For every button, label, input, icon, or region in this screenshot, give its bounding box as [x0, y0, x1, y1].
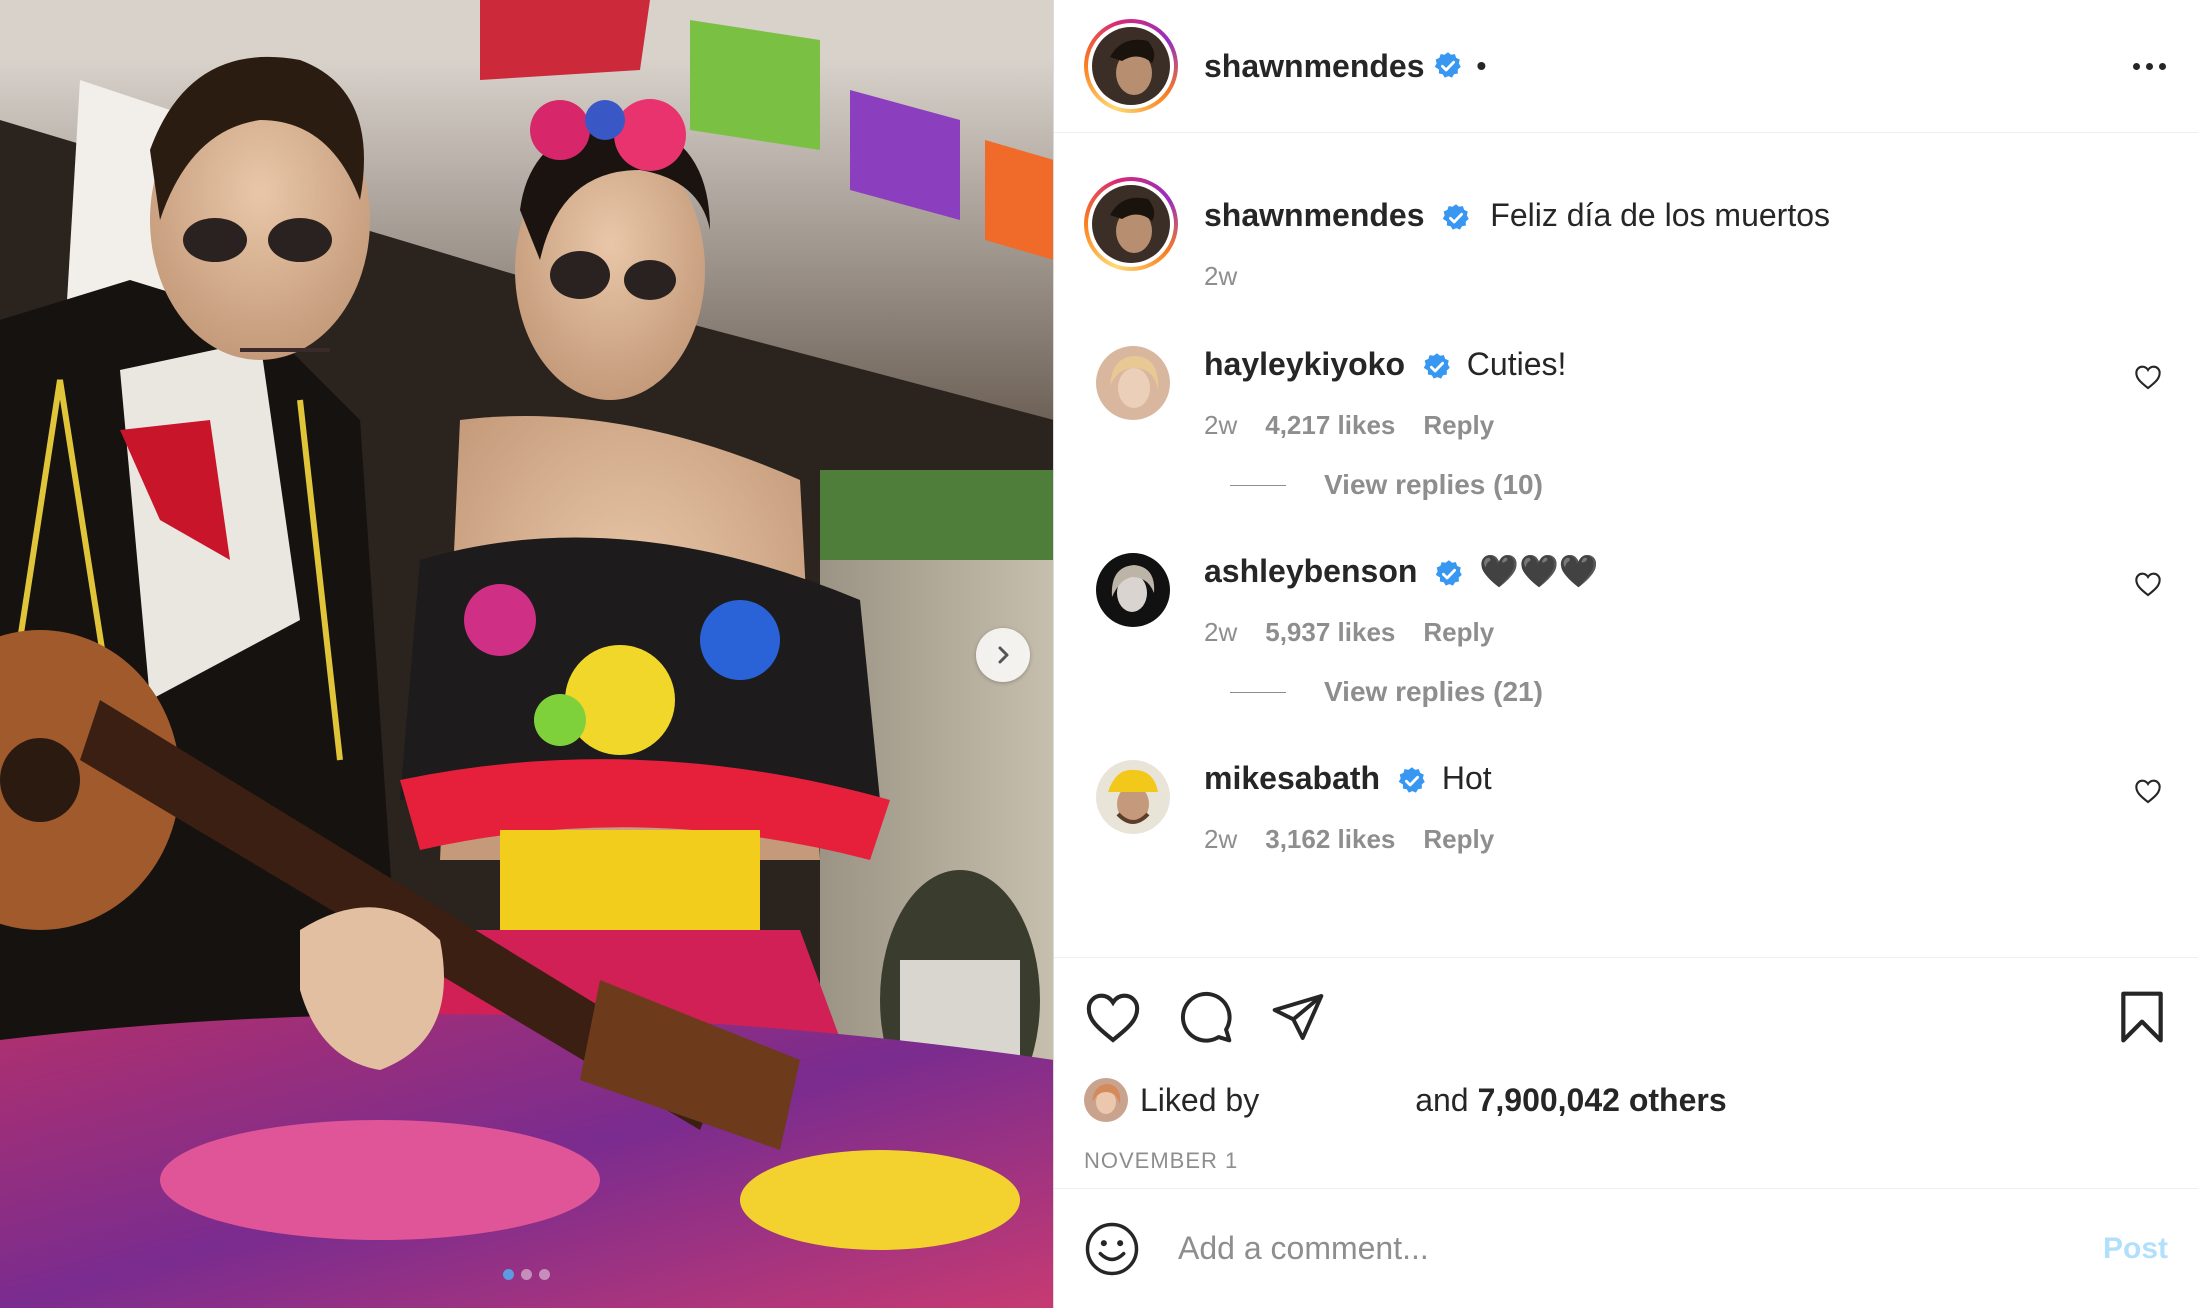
comment-likes[interactable]: 4,217 likes: [1265, 410, 1395, 441]
likes-summary: Liked by and 7,900,042 others: [1084, 1076, 2168, 1124]
likes-and-label: and: [1415, 1081, 1469, 1118]
comment-item: mikesabath Hot 2w 3,162 likes Reply: [1054, 758, 2198, 855]
comment-text: Cuties!: [1466, 346, 1567, 382]
verified-badge-icon: [1434, 559, 1464, 589]
post-photo[interactable]: [0, 0, 1054, 1308]
avatar-image: [1084, 1078, 1128, 1122]
comment-time[interactable]: 2w: [1204, 824, 1237, 855]
view-replies-button[interactable]: View replies (10): [1230, 469, 2198, 501]
bookmark-icon[interactable]: [2116, 989, 2168, 1045]
post-actions-section: Liked by and 7,900,042 others NOVEMBER 1: [1054, 957, 2198, 1188]
verified-badge-icon: [1397, 766, 1427, 796]
next-photo-button[interactable]: [976, 628, 1030, 682]
commenter-username[interactable]: mikesabath: [1204, 760, 1380, 796]
comment-item: hayleykiyoko Cuties! 2w 4,217 likes Repl: [1054, 344, 2198, 441]
avatar-image: [1096, 346, 1170, 420]
avatar-image: [1092, 185, 1170, 263]
comment-like-heart-icon[interactable]: [2134, 571, 2162, 602]
commenter-avatar[interactable]: [1096, 760, 1170, 834]
caption-avatar[interactable]: [1084, 177, 1178, 271]
author-username[interactable]: shawnmendes: [1204, 48, 1425, 85]
post-caption: shawnmendes Feliz día de los muertos 2w: [1054, 133, 2198, 292]
liker-avatar[interactable]: [1084, 1078, 1128, 1122]
comment-text: Hot: [1441, 760, 1492, 796]
carousel-dot: [521, 1269, 532, 1280]
caption-text: Feliz día de los muertos: [1490, 197, 1830, 233]
reply-button[interactable]: Reply: [1423, 617, 1494, 648]
commenter-username[interactable]: ashleybenson: [1204, 553, 1417, 589]
reply-button[interactable]: Reply: [1423, 410, 1494, 441]
author-avatar[interactable]: [1084, 19, 1178, 113]
action-bar: [1084, 958, 2168, 1076]
view-replies-label: View replies (21): [1324, 676, 1543, 707]
commenter-avatar[interactable]: [1096, 346, 1170, 420]
verified-badge-icon: [1441, 203, 1471, 233]
follow-separator: •: [1476, 50, 1487, 81]
commenter-avatar[interactable]: [1096, 553, 1170, 627]
comment-like-heart-icon[interactable]: [2134, 778, 2162, 809]
comment-icon[interactable]: [1178, 989, 1234, 1045]
post-date[interactable]: NOVEMBER 1: [1084, 1148, 2168, 1188]
send-icon[interactable]: [1270, 991, 1326, 1043]
emoji-smile-icon[interactable]: [1084, 1221, 1140, 1277]
comment-like-heart-icon[interactable]: [2134, 364, 2162, 395]
comment-time[interactable]: 2w: [1204, 410, 1237, 441]
liked-by-label: Liked by: [1140, 1081, 1260, 1118]
post-sidebar: shawnmendes • shawnmendes Feliz día de l…: [1054, 0, 2198, 1308]
verified-badge-icon: [1433, 51, 1463, 81]
post-header: shawnmendes •: [1054, 0, 2198, 133]
comment-text: 🖤🖤🖤: [1479, 553, 1599, 589]
view-replies-label: View replies (10): [1324, 469, 1543, 500]
avatar-image: [1096, 760, 1170, 834]
commenter-username[interactable]: hayleykiyoko: [1204, 346, 1405, 382]
photo-illustration: [0, 0, 1053, 1308]
carousel-indicator: [0, 1269, 1053, 1280]
replies-divider: [1230, 691, 1286, 693]
avatar-image: [1096, 553, 1170, 627]
more-horizontal-icon: [2133, 62, 2140, 70]
reply-button[interactable]: Reply: [1423, 824, 1494, 855]
heart-icon[interactable]: [1084, 990, 1142, 1044]
chevron-right-icon: [998, 646, 1009, 664]
more-options-button[interactable]: [2129, 53, 2170, 80]
comment-item: ashleybenson 🖤🖤🖤 2w 5,937 likes Reply: [1054, 551, 2198, 648]
comment-likes[interactable]: 3,162 likes: [1265, 824, 1395, 855]
comment-likes[interactable]: 5,937 likes: [1265, 617, 1395, 648]
view-replies-button[interactable]: View replies (21): [1230, 676, 2198, 708]
caption-username[interactable]: shawnmendes: [1204, 197, 1425, 233]
post-comment-button[interactable]: Post: [2103, 1232, 2168, 1266]
avatar-image: [1092, 27, 1170, 105]
comments-list[interactable]: shawnmendes Feliz día de los muertos 2w: [1054, 133, 2198, 957]
verified-badge-icon: [1422, 352, 1452, 382]
instagram-post-dialog: shawnmendes • shawnmendes Feliz día de l…: [0, 0, 2198, 1308]
comment-time[interactable]: 2w: [1204, 617, 1237, 648]
comment-input[interactable]: [1176, 1229, 2103, 1268]
replies-divider: [1230, 484, 1286, 486]
caption-time[interactable]: 2w: [1204, 261, 1237, 292]
carousel-dot: [503, 1269, 514, 1280]
add-comment-bar: Post: [1054, 1188, 2198, 1308]
carousel-dot: [539, 1269, 550, 1280]
likes-count[interactable]: 7,900,042 others: [1478, 1082, 1727, 1119]
